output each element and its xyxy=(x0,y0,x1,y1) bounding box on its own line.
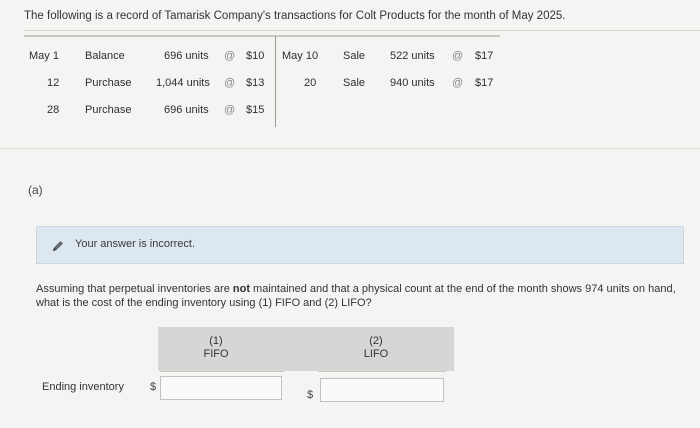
lifo-column-name: LIFO xyxy=(363,348,389,360)
column-header-fifo: (1) FIFO xyxy=(190,335,242,361)
left-row-3-price: $15 xyxy=(246,104,265,116)
left-row-3-at: @ xyxy=(224,104,236,116)
pencil-icon xyxy=(51,239,65,253)
ending-inventory-label: Ending inventory xyxy=(42,381,124,393)
left-row-1-units: 696 units xyxy=(164,50,209,62)
fifo-currency-symbol: $ xyxy=(150,381,157,393)
right-row-1-at: @ xyxy=(452,50,464,62)
right-row-1-date: May 10 xyxy=(282,50,319,62)
section-divider xyxy=(0,148,700,149)
left-row-2-price: $13 xyxy=(246,77,265,89)
left-row-3-date: 28 xyxy=(47,104,60,116)
record-column-divider xyxy=(275,36,276,127)
left-row-1-at: @ xyxy=(224,50,236,62)
fifo-column-name: FIFO xyxy=(203,348,229,360)
left-row-2-date: 12 xyxy=(47,77,60,89)
column-header-lifo: (2) LIFO xyxy=(350,335,402,361)
problem-intro: The following is a record of Tamarisk Co… xyxy=(24,10,566,22)
left-row-3-units: 696 units xyxy=(164,104,209,116)
left-row-2-at: @ xyxy=(224,77,236,89)
left-row-1-date: May 1 xyxy=(29,50,59,62)
left-row-1-desc: Balance xyxy=(85,50,125,62)
lifo-column-number: (2) xyxy=(369,335,383,347)
question-emphasis: not xyxy=(232,283,250,295)
feedback-banner: Your answer is incorrect. xyxy=(36,226,684,264)
right-row-2-date: 20 xyxy=(304,77,317,89)
right-row-1-units: 522 units xyxy=(390,50,435,62)
question-part-1: Assuming that perpetual inventories are xyxy=(36,283,233,295)
fifo-ending-inventory-input[interactable] xyxy=(160,376,282,400)
lifo-currency-symbol: $ xyxy=(307,389,314,401)
right-row-1-desc: Sale xyxy=(343,50,366,62)
intro-divider xyxy=(24,30,700,31)
lifo-header-underline xyxy=(318,371,446,372)
right-row-2-at: @ xyxy=(452,77,464,89)
right-row-1-price: $17 xyxy=(475,50,494,62)
fifo-column-number: (1) xyxy=(209,335,223,347)
part-label: (a) xyxy=(28,183,43,197)
right-row-2-desc: Sale xyxy=(343,77,366,89)
right-row-2-units: 940 units xyxy=(390,77,435,89)
left-row-2-units: 1,044 units xyxy=(156,77,210,89)
right-row-2-price: $17 xyxy=(475,77,494,89)
left-row-1-price: $10 xyxy=(246,50,265,62)
lifo-ending-inventory-input[interactable] xyxy=(320,378,444,402)
left-row-2-desc: Purchase xyxy=(85,77,132,89)
fifo-header-underline xyxy=(160,371,284,372)
feedback-message: Your answer is incorrect. xyxy=(75,238,196,250)
question-text: Assuming that perpetual inventories are … xyxy=(36,283,676,310)
left-row-3-desc: Purchase xyxy=(85,104,132,116)
